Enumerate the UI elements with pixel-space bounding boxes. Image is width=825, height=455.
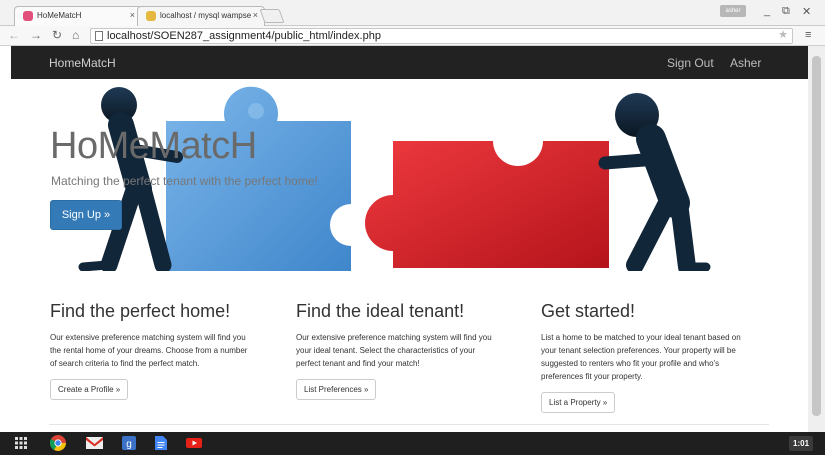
bookmark-star-icon[interactable]: ★ — [778, 28, 788, 41]
homematch-favicon-icon — [23, 11, 33, 21]
column-heading: Get started! — [541, 301, 636, 321]
tab-title: HoMeMatcH — [37, 11, 82, 20]
reload-icon[interactable]: ↻ — [52, 28, 62, 42]
phpmyadmin-favicon-icon — [146, 11, 156, 21]
red-puzzle-piece — [365, 141, 609, 268]
forward-arrow-icon[interactable]: → — [30, 28, 42, 42]
gmail-icon[interactable] — [86, 436, 103, 450]
tab-homematch[interactable]: HoMeMatcH × — [14, 6, 142, 26]
web-page: HomeMatcH Sign Out Asher HoMeMatcH Match… — [11, 46, 808, 432]
tab-phpmyadmin[interactable]: localhost / mysql wampse × — [137, 6, 265, 26]
hero-jumbotron: HoMeMatcH Matching the perfect tenant wi… — [11, 79, 808, 271]
os-shelf: g 1:01 — [0, 432, 825, 455]
column-text: List a home to be matched to your ideal … — [541, 333, 741, 381]
hero-title: HoMeMatcH — [50, 125, 257, 167]
user-link[interactable]: Asher — [730, 56, 761, 70]
column-find-tenant: Find the ideal tenant! Our extensive pre… — [296, 301, 521, 400]
scrollbar-thumb[interactable] — [812, 56, 821, 416]
restore-icon[interactable]: ⧉ — [782, 5, 790, 18]
url-text: localhost/SOEN287_assignment4/public_htm… — [107, 30, 381, 42]
right-figure — [598, 93, 711, 271]
address-bar[interactable]: localhost/SOEN287_assignment4/public_htm… — [90, 28, 793, 44]
page-scrollbar[interactable] — [808, 46, 825, 432]
back-arrow-icon[interactable]: ← — [8, 28, 20, 42]
list-property-button[interactable]: List a Property » — [541, 392, 616, 413]
home-icon[interactable]: ⌂ — [72, 28, 79, 42]
chrome-icon[interactable] — [50, 435, 66, 451]
divider — [49, 424, 769, 425]
list-preferences-button[interactable]: List Preferences » — [296, 379, 377, 400]
create-profile-button[interactable]: Create a Profile » — [50, 379, 129, 400]
column-find-home: Find the perfect home! Our extensive pre… — [50, 301, 275, 400]
close-tab-icon[interactable]: × — [253, 10, 258, 20]
browser-tabstrip: HoMeMatcH × localhost / mysql wampse × a… — [0, 0, 825, 26]
sign-up-button[interactable]: Sign Up » — [50, 200, 122, 230]
column-text: Our extensive preference matching system… — [50, 333, 248, 368]
system-clock[interactable]: 1:01 — [789, 436, 814, 451]
chrome-menu-icon[interactable]: ≡ — [805, 29, 811, 41]
column-heading: Find the ideal tenant! — [296, 301, 465, 321]
column-heading: Find the perfect home! — [50, 301, 231, 321]
column-text: Our extensive preference matching system… — [296, 333, 492, 368]
navbar-brand[interactable]: HomeMatcH — [49, 56, 116, 70]
browser-toolbar: ← → ↻ ⌂ localhost/SOEN287_assignment4/pu… — [0, 26, 825, 46]
sign-out-link[interactable]: Sign Out — [667, 56, 714, 70]
page-icon — [95, 31, 103, 41]
profile-chip[interactable]: asher — [720, 5, 746, 17]
site-navbar: HomeMatcH Sign Out Asher — [11, 46, 808, 79]
minimize-icon[interactable]: _ — [764, 5, 770, 17]
tab-title: localhost / mysql wampse — [160, 11, 252, 20]
hero-subtitle: Matching the perfect tenant with the per… — [51, 174, 318, 188]
column-get-started: Get started! List a home to be matched t… — [541, 301, 776, 413]
docs-icon[interactable] — [155, 436, 167, 450]
google-plus-icon[interactable]: g — [122, 436, 136, 450]
close-tab-icon[interactable]: × — [130, 10, 135, 20]
svg-text:g: g — [126, 439, 132, 450]
close-window-icon[interactable]: ✕ — [802, 5, 811, 18]
new-tab-button[interactable] — [259, 9, 285, 23]
youtube-icon[interactable] — [186, 436, 202, 450]
launcher-icon[interactable] — [14, 436, 28, 450]
